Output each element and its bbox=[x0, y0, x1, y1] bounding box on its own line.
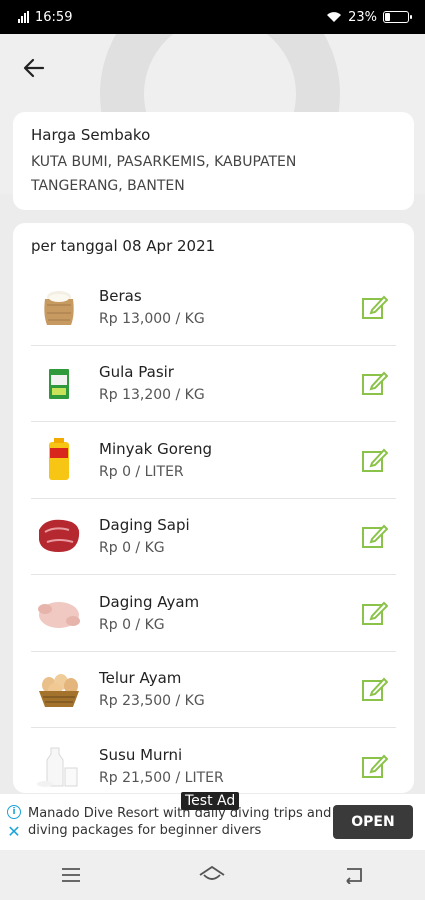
beef-icon bbox=[33, 510, 85, 562]
page-title: Harga Sembako bbox=[31, 126, 151, 144]
home-nav-button[interactable] bbox=[192, 855, 232, 895]
edit-icon[interactable] bbox=[360, 752, 388, 780]
return-icon bbox=[346, 868, 363, 884]
arrow-left-icon bbox=[23, 58, 45, 78]
edit-icon[interactable] bbox=[360, 522, 388, 550]
item-price: Rp 13,200 / KG bbox=[99, 387, 205, 404]
status-right: 23% bbox=[326, 9, 412, 25]
edit-icon[interactable] bbox=[360, 446, 388, 474]
egg-basket-icon bbox=[33, 663, 85, 715]
battery-percent: 23% bbox=[348, 9, 377, 25]
edit-icon[interactable] bbox=[360, 293, 388, 321]
battery-icon bbox=[383, 11, 412, 23]
price-list-card: per tanggal 08 Apr 2021 Beras Rp 13,000 … bbox=[13, 223, 414, 793]
edit-icon[interactable] bbox=[360, 675, 388, 703]
menu-nav-button[interactable] bbox=[51, 855, 91, 895]
wifi-icon bbox=[327, 12, 342, 22]
chicken-icon bbox=[33, 587, 85, 639]
status-left: 16:59 bbox=[18, 10, 72, 25]
item-name: Susu Murni bbox=[99, 746, 183, 765]
item-price: Rp 0 / KG bbox=[99, 616, 165, 633]
rice-sack-icon bbox=[33, 281, 85, 333]
sugar-pack-icon bbox=[33, 357, 85, 409]
edit-icon[interactable] bbox=[360, 599, 388, 627]
item-price: Rp 21,500 / LITER bbox=[99, 770, 224, 787]
ad-banner[interactable]: Test Ad i ✕ Manado Dive Resort with dail… bbox=[0, 792, 425, 850]
ad-open-button[interactable]: OPEN bbox=[333, 805, 413, 839]
item-name: Beras bbox=[99, 286, 142, 305]
ad-text[interactable]: Manado Dive Resort with daily diving tri… bbox=[26, 805, 333, 839]
location-card: Harga Sembako KUTA BUMI, PASARKEMIS, KAB… bbox=[13, 112, 414, 210]
home-icon bbox=[199, 865, 225, 880]
item-name: Minyak Goreng bbox=[99, 439, 213, 458]
back-button[interactable] bbox=[18, 52, 50, 84]
list-item: Telur Ayam Rp 23,500 / KG bbox=[31, 652, 396, 728]
status-bar: 16:59 23% bbox=[0, 0, 425, 34]
item-price: Rp 0 / LITER bbox=[99, 463, 184, 480]
system-nav-bar bbox=[0, 850, 425, 900]
list-item: Daging Sapi Rp 0 / KG bbox=[31, 499, 396, 575]
item-price: Rp 13,000 / KG bbox=[99, 310, 205, 327]
ad-close-icon[interactable]: ✕ bbox=[7, 824, 20, 840]
location-text: KUTA BUMI, PASARKEMIS, KABUPATEN TANGERA… bbox=[31, 154, 297, 194]
list-item: Susu Murni Rp 21,500 / LITER bbox=[31, 728, 396, 793]
list-item: Beras Rp 13,000 / KG bbox=[31, 269, 396, 346]
ad-info-icon[interactable]: i bbox=[7, 805, 21, 819]
ad-marks: i ✕ bbox=[2, 805, 26, 840]
back-nav-button[interactable] bbox=[334, 855, 374, 895]
list-item: Minyak Goreng Rp 0 / LITER bbox=[31, 422, 396, 499]
item-name: Telur Ayam bbox=[99, 669, 182, 688]
item-price: Rp 23,500 / KG bbox=[99, 693, 205, 710]
item-name: Daging Sapi bbox=[99, 516, 190, 535]
list-item: Daging Ayam Rp 0 / KG bbox=[31, 575, 396, 652]
list-item: Gula Pasir Rp 13,200 / KG bbox=[31, 346, 396, 422]
signal-icon bbox=[18, 11, 29, 23]
item-price: Rp 0 / KG bbox=[99, 540, 165, 557]
date-label: per tanggal 08 Apr 2021 bbox=[31, 237, 216, 255]
item-name: Gula Pasir bbox=[99, 363, 174, 382]
cooking-oil-icon bbox=[33, 434, 85, 486]
menu-icon bbox=[61, 868, 80, 882]
item-name: Daging Ayam bbox=[99, 592, 200, 611]
status-time: 16:59 bbox=[35, 9, 73, 25]
ad-label: Test Ad bbox=[181, 792, 240, 810]
milk-icon bbox=[33, 740, 85, 792]
edit-icon[interactable] bbox=[360, 369, 388, 397]
